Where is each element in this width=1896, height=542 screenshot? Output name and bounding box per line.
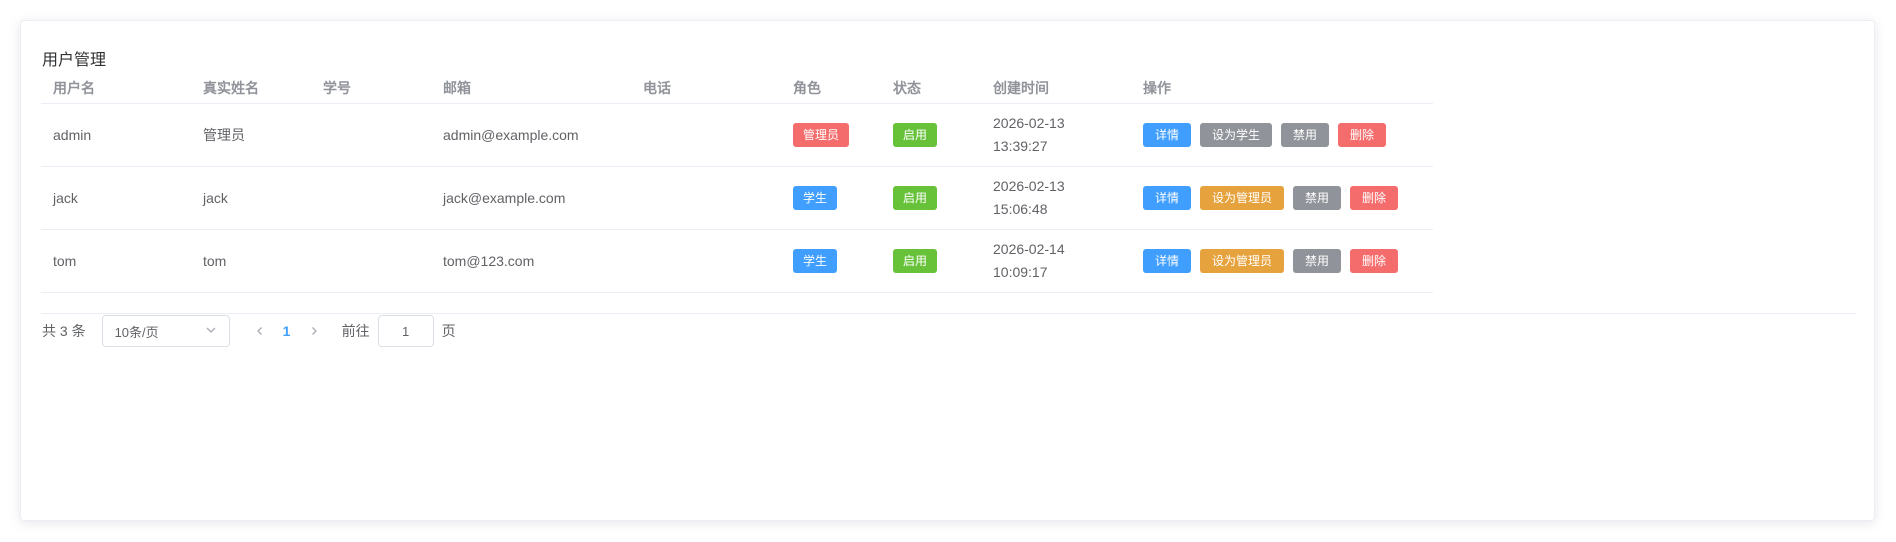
created-date: 2026-02-13 (993, 178, 1065, 194)
created-time: 15:06:48 (993, 201, 1048, 217)
delete-button[interactable]: 删除 (1350, 249, 1399, 273)
chevron-down-icon (205, 324, 217, 339)
cell-real-name: tom (191, 229, 311, 293)
chevron-right-icon (309, 323, 319, 339)
cell-created-time: 2026-02-13 13:39:27 (981, 103, 1131, 167)
set-role-button[interactable]: 设为学生 (1200, 123, 1273, 147)
disable-button[interactable]: 禁用 (1281, 123, 1330, 147)
cell-status: 启用 (881, 229, 981, 293)
column-header: 真实姓名 (191, 73, 311, 104)
column-header: 邮箱 (431, 73, 631, 104)
cell-role: 管理员 (781, 103, 881, 167)
cell-actions: 详情 设为管理员 禁用 删除 (1131, 166, 1433, 230)
cell-role: 学生 (781, 166, 881, 230)
set-role-button[interactable]: 设为管理员 (1200, 186, 1285, 210)
cell-email: admin@example.com (431, 103, 631, 167)
delete-button[interactable]: 删除 (1338, 123, 1387, 147)
page-title: 用户管理 (42, 52, 107, 69)
cell-created-time: 2026-02-14 10:09:17 (981, 229, 1131, 293)
table-row: tom tom tom@123.com 学生 启用 2026-02-14 10:… (41, 229, 1433, 293)
cell-username: tom (41, 229, 191, 293)
chevron-left-icon (255, 323, 265, 339)
prev-page-button[interactable] (248, 315, 272, 347)
disable-button[interactable]: 禁用 (1293, 186, 1342, 210)
role-badge: 学生 (793, 249, 838, 273)
column-header: 学号 (311, 73, 431, 104)
status-badge: 启用 (893, 249, 938, 273)
cell-username: jack (41, 166, 191, 230)
page-size-select[interactable]: 10条/页 (101, 315, 230, 347)
user-table-wrapper: 用户名 真实姓名 学号 邮箱 电话 角色 状态 创建时间 操作 admin 管理员 admin@… (41, 73, 1856, 293)
cell-email: tom@123.com (431, 229, 631, 293)
cell-actions: 详情 设为管理员 禁用 删除 (1131, 229, 1433, 293)
column-header: 创建时间 (981, 73, 1131, 104)
total-count: 共 3 条 (42, 323, 86, 339)
created-time: 10:09:17 (993, 264, 1048, 280)
table-row: jack jack jack@example.com 学生 启用 2026-02… (41, 166, 1433, 230)
column-header: 状态 (881, 73, 981, 104)
table-header-row: 用户名 真实姓名 学号 邮箱 电话 角色 状态 创建时间 操作 (41, 73, 1433, 104)
cell-student-id (311, 103, 431, 167)
user-management-card: 用户管理 用户名 真实姓名 学号 邮箱 电话 角色 状态 创建时间 操作 admin 管理员 a… (20, 20, 1875, 521)
cell-student-id (311, 166, 431, 230)
disable-button[interactable]: 禁用 (1293, 249, 1342, 273)
column-header: 用户名 (41, 73, 191, 104)
pagination: 共 3 条 10条/页 1 前往 页 (42, 314, 456, 348)
status-badge: 启用 (893, 186, 938, 210)
cell-email: jack@example.com (431, 166, 631, 230)
cell-status: 启用 (881, 103, 981, 167)
cell-username: admin (41, 103, 191, 167)
table-body: admin 管理员 admin@example.com 管理员 启用 2026-… (41, 103, 1433, 293)
column-header: 电话 (631, 73, 781, 104)
column-header: 角色 (781, 73, 881, 104)
detail-button[interactable]: 详情 (1143, 249, 1192, 273)
delete-button[interactable]: 删除 (1350, 186, 1399, 210)
cell-status: 启用 (881, 166, 981, 230)
column-header: 操作 (1131, 73, 1433, 104)
status-badge: 启用 (893, 123, 938, 147)
cell-phone (631, 103, 781, 167)
table-row: admin 管理员 admin@example.com 管理员 启用 2026-… (41, 103, 1433, 167)
cell-phone (631, 229, 781, 293)
goto-page-input[interactable] (377, 315, 434, 347)
detail-button[interactable]: 详情 (1143, 186, 1192, 210)
page-size-value: 10条/页 (114, 324, 159, 340)
set-role-button[interactable]: 设为管理员 (1200, 249, 1285, 273)
cell-student-id (311, 229, 431, 293)
detail-button[interactable]: 详情 (1143, 123, 1192, 147)
role-badge: 学生 (793, 186, 838, 210)
cell-created-time: 2026-02-13 15:06:48 (981, 166, 1131, 230)
cell-phone (631, 166, 781, 230)
role-badge: 管理员 (793, 123, 850, 147)
created-time: 13:39:27 (993, 138, 1048, 154)
user-table: 用户名 真实姓名 学号 邮箱 电话 角色 状态 创建时间 操作 admin 管理员 admin@… (41, 73, 1433, 293)
goto-label: 前往 (341, 323, 370, 339)
page-suffix: 页 (441, 323, 456, 339)
created-date: 2026-02-13 (993, 115, 1065, 131)
created-date: 2026-02-14 (993, 241, 1065, 257)
cell-actions: 详情 设为学生 禁用 删除 (1131, 103, 1433, 167)
cell-real-name: 管理员 (191, 103, 311, 167)
next-page-button[interactable] (302, 315, 326, 347)
page-number-current[interactable]: 1 (272, 315, 302, 347)
cell-role: 学生 (781, 229, 881, 293)
cell-real-name: jack (191, 166, 311, 230)
